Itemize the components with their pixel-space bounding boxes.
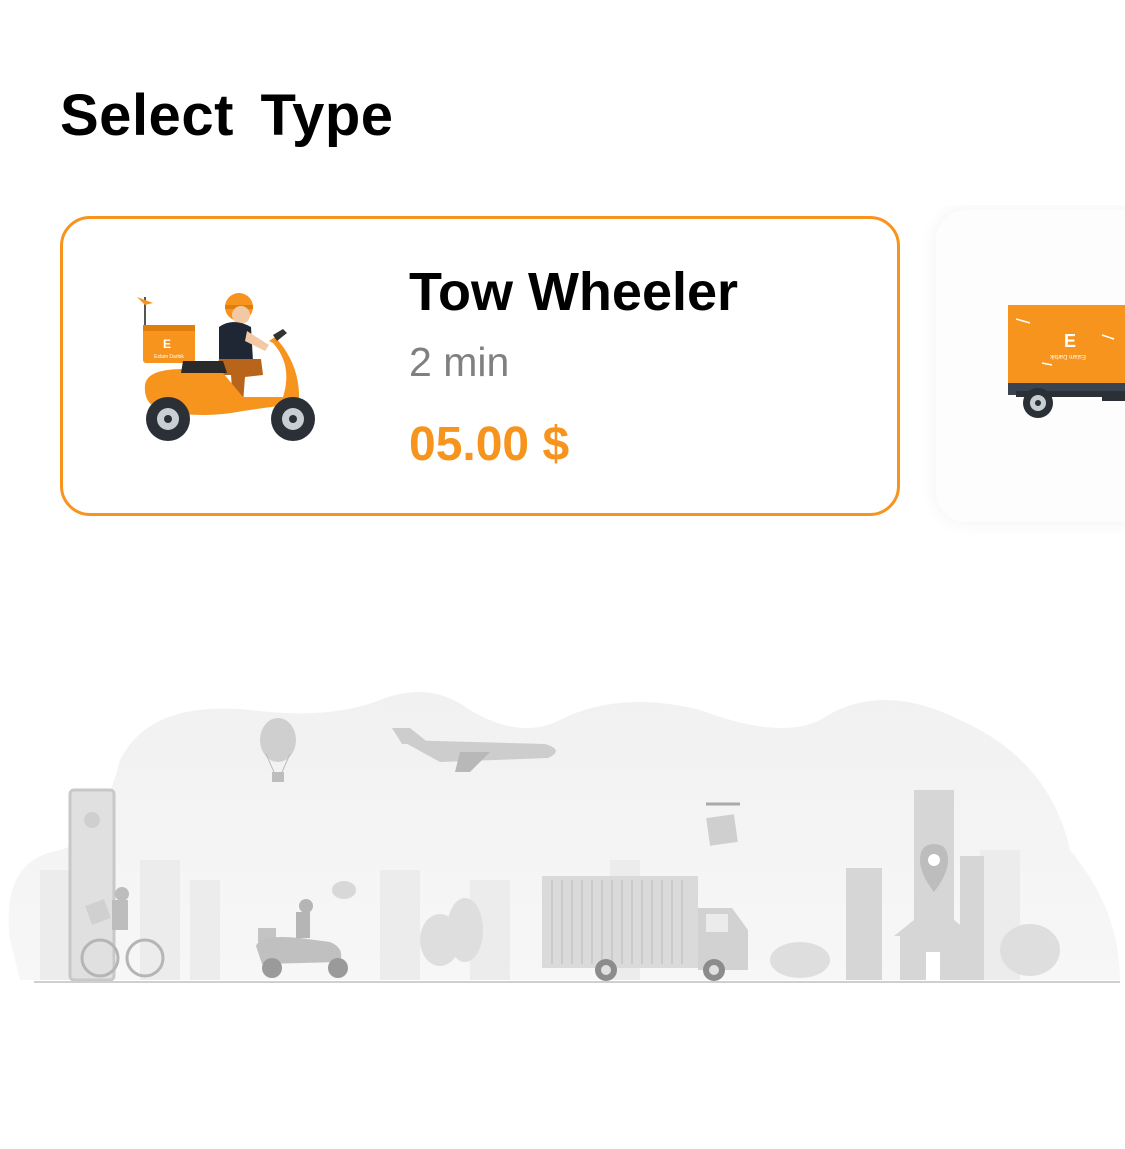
page-title: Select Type — [60, 83, 394, 148]
box-brand-text: Eslam Darbik — [154, 354, 184, 360]
vehicle-type-carousel[interactable]: E Eslam Darbik Tow Wheeler 2 min 05.00 $ — [0, 205, 1125, 535]
vehicle-name: Tow Wheeler — [409, 262, 739, 322]
svg-text:E: E — [1064, 331, 1076, 351]
truck-delivery-icon: E Eslam Darbik — [1008, 305, 1125, 418]
vehicle-option-truck[interactable]: E Eslam Darbik — [936, 210, 1125, 522]
svg-text:E: E — [163, 337, 171, 351]
vehicle-option-tow-wheeler[interactable]: E Eslam Darbik Tow Wheeler 2 min 05.00 $ — [60, 216, 900, 516]
scooter-delivery-icon: E Eslam Darbik — [137, 293, 315, 441]
truck-brand-text: Eslam Darbik — [1049, 353, 1086, 359]
delivery-city-illustration — [8, 692, 1121, 983]
vehicle-eta: 2 min — [409, 339, 510, 385]
vehicle-price: 05.00 $ — [409, 418, 570, 471]
